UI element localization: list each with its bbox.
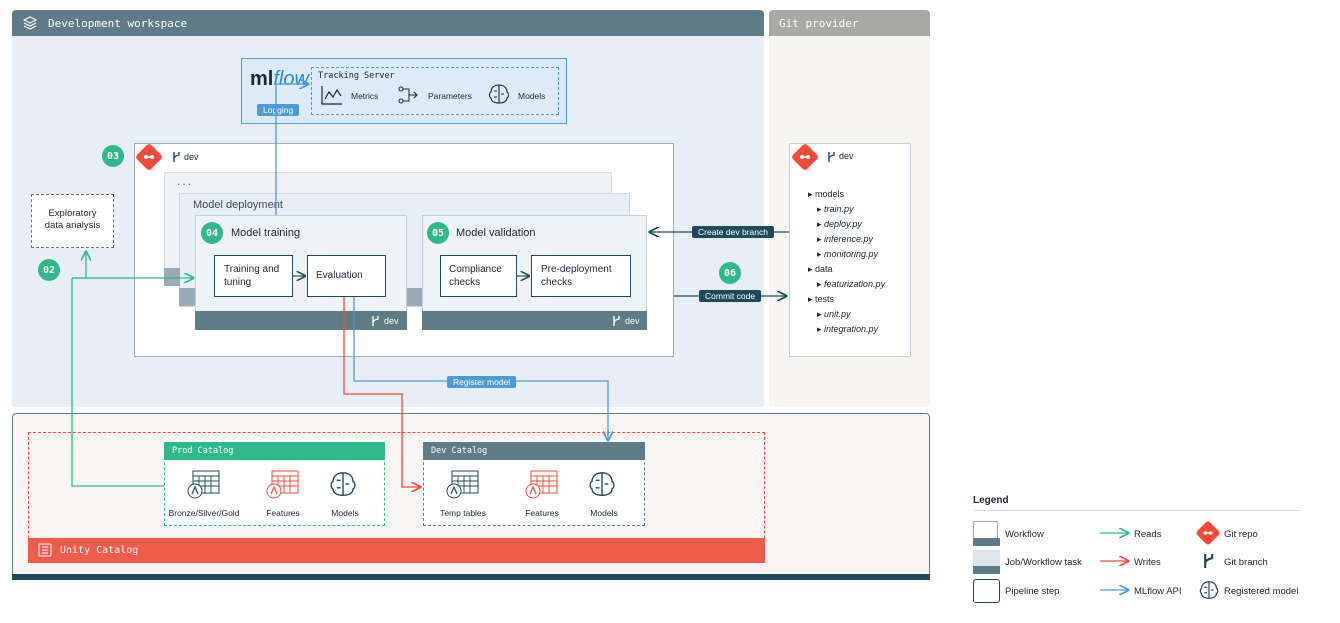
- writes-arrow: [343, 297, 420, 487]
- legend-git-repo-icon: [1195, 520, 1221, 546]
- legend-pipeline-swatch: [973, 579, 1000, 603]
- legend-writes-label: Writes: [1134, 557, 1161, 568]
- legend-job-label: Job/Workflow task: [1005, 557, 1082, 568]
- create-dev-branch-label: Create dev branch: [692, 226, 774, 238]
- legend-job-swatch-bar: [973, 566, 1000, 574]
- legend-registered-model-label: Registered model: [1224, 586, 1299, 597]
- logging-arrow: [275, 84, 308, 215]
- reads-to-eda-arrow: [71, 252, 164, 487]
- legend-git-branch-label: Git branch: [1224, 557, 1268, 568]
- legend-title: Legend: [973, 495, 1009, 506]
- legend-workflow-label: Workflow: [1005, 529, 1044, 540]
- legend-git-branch-icon: [1204, 554, 1214, 568]
- legend-mlflow-label: MLflow API: [1134, 586, 1182, 597]
- register-model-arrow: [353, 297, 608, 440]
- legend-rule: [973, 510, 1300, 511]
- register-model-label: Register model: [447, 376, 517, 388]
- legend-git-repo-label: Git repo: [1224, 529, 1258, 540]
- legend-arrows: [1100, 520, 1134, 600]
- legend-reads-label: Reads: [1134, 529, 1162, 540]
- legend-pipeline-label: Pipeline step: [1005, 586, 1060, 597]
- legend-workflow-swatch-bar: [973, 538, 1000, 546]
- commit-code-label: Commit code: [699, 290, 762, 302]
- legend-registered-model-icon: [1199, 581, 1219, 599]
